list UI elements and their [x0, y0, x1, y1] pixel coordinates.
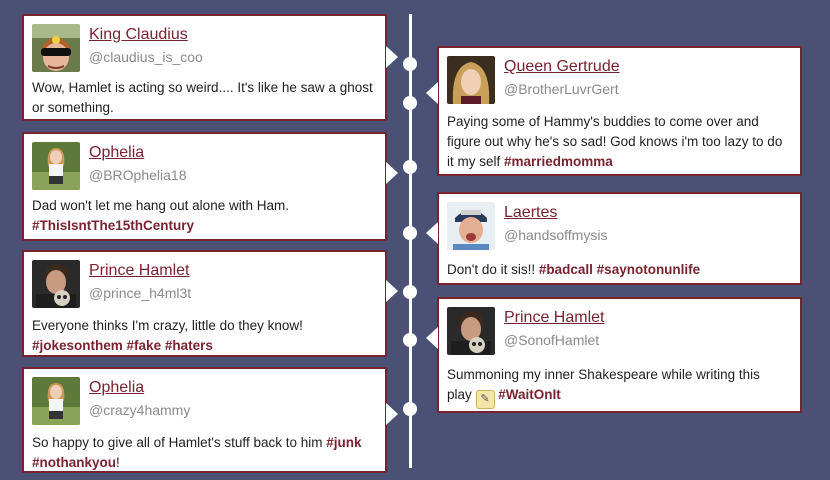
post-card: Prince Hamlet @prince_h4ml3t Everyone th… — [22, 250, 398, 357]
author-handle: @BROphelia18 — [89, 167, 187, 183]
timeline-dot — [403, 57, 417, 71]
author-name-link[interactable]: Ophelia — [89, 144, 144, 162]
author-handle: @prince_h4ml3t — [89, 285, 192, 301]
author-name-link[interactable]: Prince Hamlet — [504, 309, 604, 327]
gertrude-avatar[interactable] — [447, 56, 495, 104]
hashtag-link[interactable]: #WaitOnIt — [498, 387, 561, 402]
timeline-dot — [403, 402, 417, 416]
hamlet-avatar[interactable] — [32, 260, 80, 308]
laertes-avatar[interactable] — [447, 202, 495, 250]
post-text: Don't do it sis!! #badcall #saynotonunli… — [447, 262, 701, 277]
author-name-link[interactable]: King Claudius — [89, 26, 188, 44]
post-card: Prince Hamlet @SonofHamlet Summoning my … — [426, 297, 802, 413]
author-handle: @claudius_is_coo — [89, 49, 203, 65]
author-name-link[interactable]: Queen Gertrude — [504, 58, 620, 76]
hashtag-link[interactable]: #jokesonthem — [32, 338, 123, 353]
author-name-link[interactable]: Ophelia — [89, 379, 144, 397]
hashtag-link[interactable]: #junk — [326, 435, 361, 450]
post-card: Queen Gertrude @BrotherLuvrGert Paying s… — [426, 46, 802, 176]
post-text: Wow, Hamlet is acting so weird.... It's … — [32, 80, 373, 115]
post-card: Ophelia @BROphelia18 Dad won't let me ha… — [22, 132, 398, 241]
post-card: Laertes @handsoffmysis Don't do it sis!!… — [426, 192, 802, 285]
ophelia-avatar[interactable] — [32, 142, 80, 190]
hashtag-link[interactable]: #badcall — [539, 262, 593, 277]
post-text: Paying some of Hammy's buddies to come o… — [447, 114, 783, 169]
hashtag-link[interactable]: #marriedmomma — [504, 154, 613, 169]
hashtag-link[interactable]: #fake — [127, 338, 162, 353]
post-text: Everyone thinks I'm crazy, little do the… — [32, 318, 303, 353]
hashtag-link[interactable]: #saynotonunlife — [597, 262, 701, 277]
timeline-dot — [403, 285, 417, 299]
claudius-avatar[interactable] — [32, 24, 80, 72]
ophelia-avatar[interactable] — [32, 377, 80, 425]
author-handle: @handsoffmysis — [504, 227, 608, 243]
author-handle: @BrotherLuvrGert — [504, 81, 619, 97]
hashtag-link[interactable]: #haters — [165, 338, 213, 353]
author-name-link[interactable]: Laertes — [504, 204, 557, 222]
post-text: Dad won't let me hang out alone with Ham… — [32, 198, 289, 233]
post-text: So happy to give all of Hamlet's stuff b… — [32, 435, 362, 470]
author-handle: @SonofHamlet — [504, 332, 600, 348]
hashtag-link[interactable]: #ThisIsntThe15thCentury — [32, 218, 194, 233]
post-card: Ophelia @crazy4hammy So happy to give al… — [22, 367, 398, 473]
pencil-emoji-icon: ✎ — [475, 390, 495, 409]
timeline-line — [409, 14, 412, 468]
post-card: King Claudius @claudius_is_coo Wow, Haml… — [22, 14, 398, 121]
timeline-dot — [403, 160, 417, 174]
timeline-dot — [403, 226, 417, 240]
timeline-dot — [403, 96, 417, 110]
hashtag-link[interactable]: #nothankyou — [32, 455, 116, 470]
timeline-dot — [403, 333, 417, 347]
hamlet-avatar[interactable] — [447, 307, 495, 355]
post-text: Summoning my inner Shakespeare while wri… — [447, 365, 788, 409]
author-handle: @crazy4hammy — [89, 402, 191, 418]
author-name-link[interactable]: Prince Hamlet — [89, 262, 189, 280]
